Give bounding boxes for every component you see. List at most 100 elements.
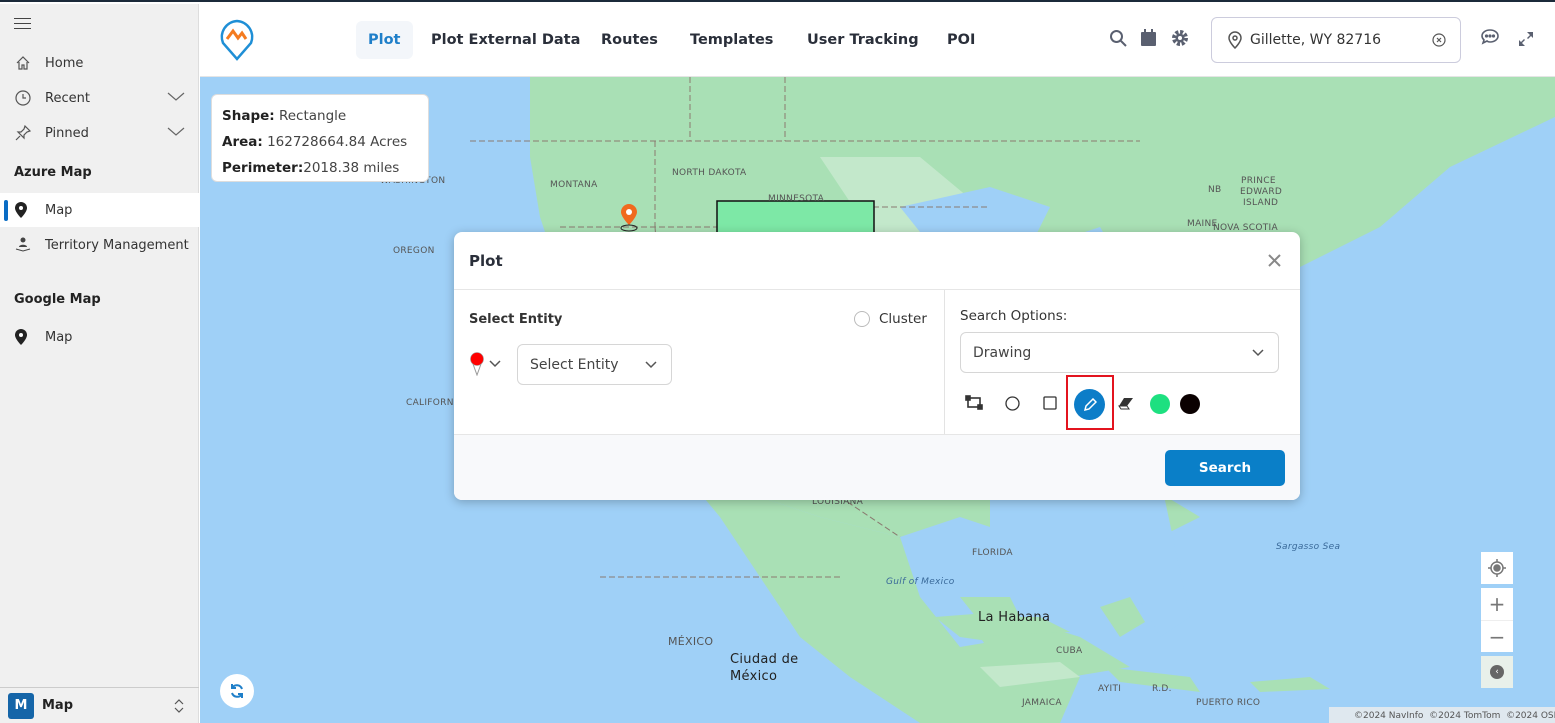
sidebar-item-territory-management[interactable]: Territory Management — [0, 228, 199, 262]
cluster-radio[interactable]: Cluster — [854, 311, 927, 327]
shape-label: Shape: — [222, 108, 275, 124]
gear-icon[interactable] — [1171, 29, 1189, 47]
radio-circle[interactable] — [854, 311, 870, 327]
color-swatch-black[interactable] — [1180, 394, 1200, 414]
sidebar-item-pinned[interactable]: Pinned — [0, 116, 199, 150]
clock-icon — [0, 90, 45, 106]
search-options-label: Search Options: — [960, 308, 1068, 324]
chevron-down-icon — [645, 360, 657, 368]
map-label: MONTANA — [550, 180, 598, 190]
map-label: La Habana — [978, 610, 1051, 625]
hamburger-menu-icon[interactable] — [14, 18, 31, 29]
sidebar-item-label: Map — [45, 202, 73, 218]
marker-color-picker[interactable] — [469, 352, 501, 376]
chat-icon[interactable] — [1480, 28, 1500, 46]
sidebar-item-label: Territory Management — [45, 237, 189, 253]
section-heading-google-map: Google Map — [14, 292, 101, 307]
map-style-button[interactable]: ‹ — [1481, 656, 1513, 688]
tab-poi[interactable]: POI — [935, 21, 987, 59]
perimeter-label: Perimeter: — [222, 160, 304, 176]
refresh-button[interactable] — [220, 674, 254, 708]
tab-plot[interactable]: Plot — [356, 21, 413, 59]
sidebar-item-home[interactable]: Home — [0, 46, 199, 80]
my-location-button[interactable] — [1481, 552, 1513, 584]
color-swatch-green[interactable] — [1150, 394, 1170, 414]
app-badge: M — [8, 692, 34, 719]
map-label: ISLAND — [1243, 198, 1279, 208]
search-option-value: Drawing — [973, 344, 1032, 361]
red-pin-icon — [470, 352, 484, 376]
sidebar-item-recent[interactable]: Recent — [0, 81, 199, 115]
search-icon[interactable] — [1109, 29, 1127, 47]
chevron-down-icon[interactable] — [167, 90, 185, 102]
tab-plot-external-data[interactable]: Plot External Data — [419, 21, 592, 59]
select-entity-dropdown[interactable]: Select Entity — [517, 344, 672, 385]
circle-tool-icon[interactable] — [1005, 396, 1020, 411]
sidebar-item-label: Pinned — [45, 125, 89, 141]
crosshair-icon — [1488, 559, 1506, 577]
map-marker-icon — [0, 202, 45, 218]
chevron-down-icon — [1252, 348, 1264, 356]
plot-dialog: Plot Select Entity Cluster Select Entity… — [454, 232, 1300, 500]
app-logo — [220, 19, 254, 61]
map-marker-icon — [0, 329, 45, 345]
refresh-icon — [231, 684, 243, 698]
expand-icon[interactable] — [1518, 31, 1534, 47]
map-label: EDWARD — [1240, 187, 1283, 197]
home-icon — [0, 55, 45, 71]
freehand-tool-button[interactable] — [1066, 375, 1114, 430]
area-label: Area: — [222, 134, 263, 150]
map-label: R.D. — [1152, 684, 1172, 694]
sidebar-item-label: Home — [45, 55, 84, 71]
territory-icon — [0, 237, 45, 253]
map-label: AYITI — [1098, 684, 1122, 694]
cluster-label: Cluster — [879, 311, 927, 327]
chevron-updown-icon — [174, 698, 184, 713]
location-search-input[interactable]: Gillette, WY 82716 — [1211, 17, 1461, 63]
pencil-icon — [1083, 397, 1097, 411]
chevron-down-icon — [489, 360, 501, 368]
dialog-footer: Search — [454, 434, 1300, 500]
map-label: Sargasso Sea — [1276, 542, 1341, 552]
tab-user-tracking[interactable]: User Tracking — [795, 21, 931, 59]
sidebar-item-azure-map[interactable]: Map — [0, 193, 199, 227]
section-heading-azure-map: Azure Map — [14, 165, 92, 180]
map-label: PRINCE — [1241, 176, 1276, 186]
shape-value: Rectangle — [278, 108, 347, 124]
shape-info-tooltip: Shape: Rectangle Area: 162728664.84 Acre… — [211, 94, 429, 182]
map-label: MINNESOTA — [768, 194, 825, 204]
rectangle-tool-icon[interactable] — [1043, 396, 1057, 410]
map-label: NB — [1208, 185, 1222, 195]
calendar-icon[interactable] — [1141, 29, 1156, 46]
top-header: Plot Plot External Data Routes Templates… — [200, 4, 1555, 77]
app-switcher-label: Map — [42, 698, 74, 713]
sidebar-item-label: Recent — [45, 90, 90, 106]
sidebar: Home Recent Pinned Azure Map Map Territo… — [0, 4, 199, 723]
app-switcher[interactable]: M Map — [0, 687, 199, 723]
pin-icon — [0, 125, 45, 141]
map-label: México — [730, 669, 778, 684]
location-pin-icon — [1228, 31, 1242, 49]
polygon-tool-icon[interactable] — [965, 395, 984, 411]
close-icon[interactable] — [1268, 254, 1281, 267]
tab-templates[interactable]: Templates — [678, 21, 785, 59]
chevron-down-icon[interactable] — [167, 125, 185, 137]
sidebar-item-google-map[interactable]: Map — [0, 320, 199, 354]
zoom-in-button[interactable]: + — [1481, 588, 1513, 620]
sidebar-item-label: Map — [45, 329, 73, 345]
map-label: NORTH DAKOTA — [672, 168, 747, 178]
search-options-dropdown[interactable]: Drawing — [960, 332, 1279, 373]
perimeter-value: 2018.38 miles — [303, 160, 400, 176]
chevron-left-icon: ‹ — [1490, 665, 1504, 679]
map-label: JAMAICA — [1022, 698, 1062, 708]
clear-icon[interactable] — [1432, 33, 1446, 47]
divider — [944, 290, 945, 434]
search-button[interactable]: Search — [1165, 450, 1285, 486]
zoom-out-button[interactable]: − — [1481, 620, 1513, 652]
eraser-icon[interactable] — [1118, 397, 1134, 410]
location-value: Gillette, WY 82716 — [1250, 32, 1382, 48]
map-label: MÉXICO — [668, 635, 714, 648]
tab-routes[interactable]: Routes — [589, 21, 670, 59]
map-label: OREGON — [393, 246, 435, 256]
select-entity-placeholder: Select Entity — [530, 356, 619, 373]
